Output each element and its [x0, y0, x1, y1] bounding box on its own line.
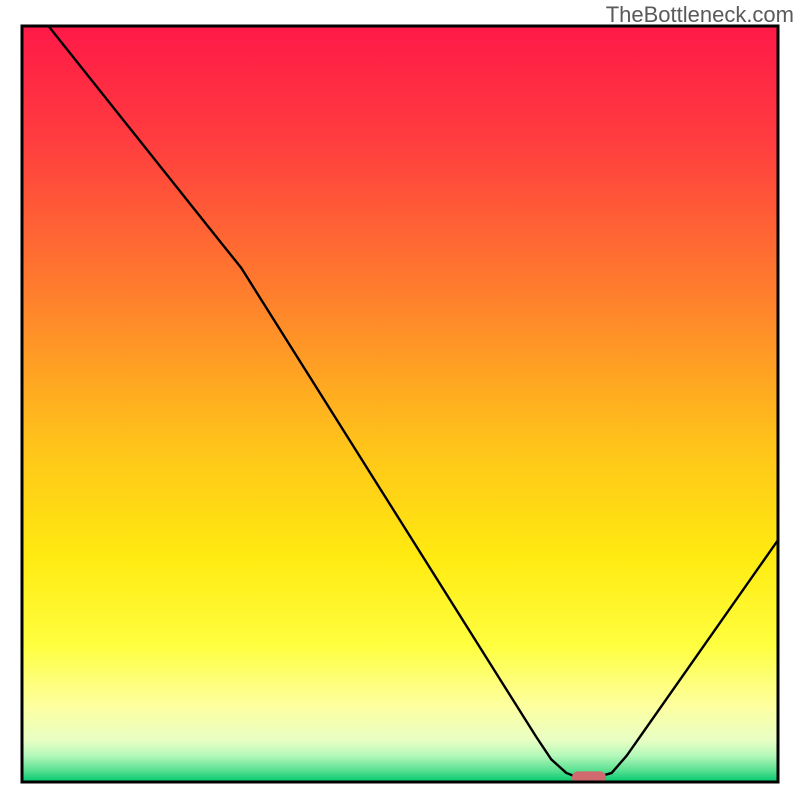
watermark-text: TheBottleneck.com [606, 2, 794, 28]
chart-svg [0, 0, 800, 800]
bottleneck-chart: TheBottleneck.com [0, 0, 800, 800]
